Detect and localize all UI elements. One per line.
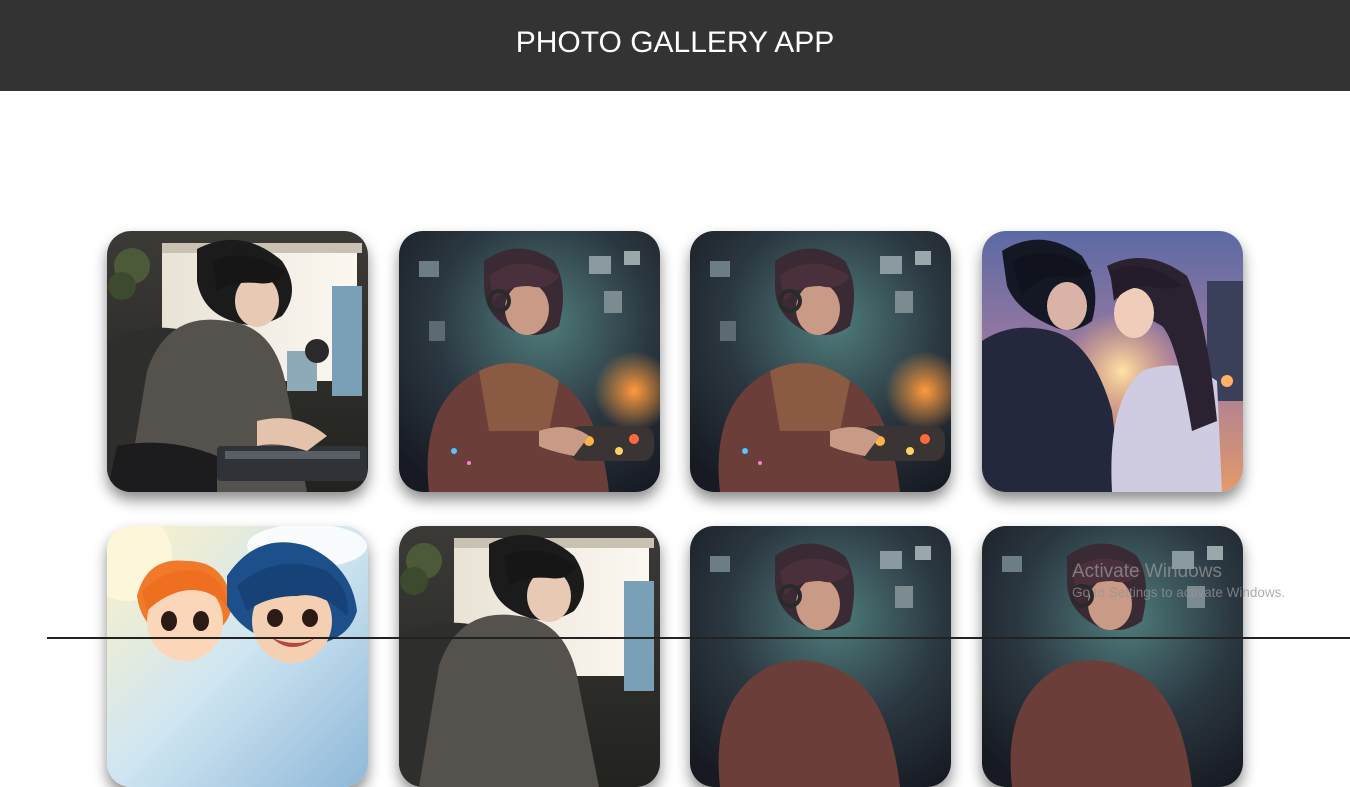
photo-couple-at-sunset — [981, 231, 1243, 492]
gallery-photo[interactable] — [690, 526, 951, 787]
gallery-photo[interactable] — [690, 231, 951, 492]
photo-gamer-with-controller — [690, 526, 951, 787]
photo-gamer-with-controller — [690, 231, 951, 492]
app-title: PHOTO GALLERY APP — [515, 26, 835, 59]
gallery-photo[interactable] — [981, 231, 1243, 492]
photo-gamer-with-controller — [398, 231, 660, 492]
photo-boy-at-computer — [398, 526, 660, 787]
photo-boy-at-computer — [107, 231, 368, 492]
gallery-photo[interactable] — [107, 526, 368, 787]
app-header: PHOTO GALLERY APP — [0, 0, 1350, 91]
photo-gallery-grid — [107, 231, 1243, 787]
gallery-photo[interactable] — [398, 526, 660, 787]
photo-two-smiling-kids — [107, 526, 368, 787]
photo-gamer-with-controller — [981, 526, 1243, 787]
gallery-photo[interactable] — [107, 231, 368, 492]
gallery-photo[interactable] — [981, 526, 1243, 787]
gallery-photo[interactable] — [398, 231, 660, 492]
